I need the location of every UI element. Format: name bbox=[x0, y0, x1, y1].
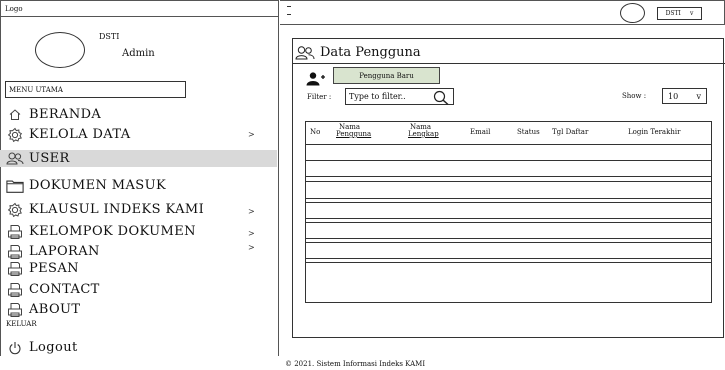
sidebar-item-label: PESAN bbox=[29, 261, 79, 276]
sidebar-item-beranda[interactable]: BERANDA bbox=[6, 106, 271, 123]
user-menu-dropdown[interactable]: DSTI v bbox=[657, 7, 702, 20]
column-header-login-terakhir[interactable]: Login Terakhir bbox=[628, 129, 680, 136]
sidebar-item-kelompok-dokumen[interactable]: KELOMPOK DOKUMEN > bbox=[6, 223, 271, 240]
logo[interactable]: Logo bbox=[0, 0, 279, 17]
users-icon bbox=[6, 150, 24, 167]
table-row-divider bbox=[306, 160, 711, 161]
table-row-divider bbox=[306, 218, 711, 219]
table-row-divider bbox=[306, 176, 711, 177]
filter-label: Filter : bbox=[307, 93, 332, 101]
chevron-right-icon: > bbox=[248, 243, 256, 252]
home-icon bbox=[6, 106, 24, 123]
title-divider bbox=[293, 63, 725, 64]
table-row-divider bbox=[306, 258, 711, 259]
chevron-down-icon: v bbox=[690, 10, 694, 17]
avatar[interactable] bbox=[620, 3, 645, 23]
data-pengguna-panel: Data Pengguna Pengguna Baru Filter : Typ… bbox=[292, 38, 725, 338]
section-label-keluar: KELUAR bbox=[6, 320, 37, 328]
add-user-icon[interactable] bbox=[306, 71, 326, 90]
sidebar-item-label: USER bbox=[29, 151, 70, 166]
table-row-divider bbox=[306, 242, 711, 243]
table-row-divider bbox=[306, 144, 711, 145]
column-header-line: Pengguna bbox=[336, 130, 372, 138]
menu-title: MENU UTAMA bbox=[5, 81, 186, 98]
sidebar-item-pesan[interactable]: PESAN bbox=[6, 260, 271, 277]
column-header-nama-lengkap[interactable]: Nama Lengkap bbox=[408, 124, 439, 138]
sidebar-item-label: KELOLA DATA bbox=[29, 127, 131, 142]
printer-icon bbox=[6, 243, 24, 260]
sidebar-item-label: KLAUSUL INDEKS KAMI bbox=[29, 202, 205, 217]
users-icon bbox=[295, 45, 315, 60]
users-table: No Nama Pengguna Nama Lengkap Email Stat… bbox=[305, 121, 712, 303]
topbar: DSTI v bbox=[280, 0, 725, 25]
column-header-email[interactable]: Email bbox=[470, 129, 490, 136]
add-user-button[interactable]: Pengguna Baru bbox=[333, 67, 440, 84]
gear-icon bbox=[6, 201, 24, 218]
column-header-tgl-daftar[interactable]: Tgl Daftar bbox=[552, 129, 588, 136]
chevron-right-icon: > bbox=[248, 207, 256, 216]
table-header: No Nama Pengguna Nama Lengkap Email Stat… bbox=[306, 122, 711, 144]
page-title: Data Pengguna bbox=[295, 45, 421, 60]
logout-label: Logout bbox=[29, 340, 78, 355]
chevron-right-icon: > bbox=[248, 130, 256, 139]
table-row-divider bbox=[306, 238, 711, 239]
page-size-select[interactable]: 10 v bbox=[662, 88, 707, 104]
search-icon[interactable] bbox=[433, 90, 449, 107]
power-icon bbox=[6, 339, 24, 356]
sidebar-item-user[interactable]: USER bbox=[0, 150, 277, 167]
menu-toggle-icon[interactable] bbox=[287, 6, 291, 22]
logout-button[interactable]: Logout bbox=[6, 339, 271, 356]
sidebar-item-klausul-indeks-kami[interactable]: KLAUSUL INDEKS KAMI > bbox=[6, 201, 271, 218]
table-row-divider bbox=[306, 202, 711, 203]
sidebar-item-dokumen-masuk[interactable]: DOKUMEN MASUK bbox=[6, 177, 271, 194]
sidebar-item-kelola-data[interactable]: KELOLA DATA > bbox=[6, 126, 271, 143]
page-size-value: 10 bbox=[668, 91, 679, 101]
folder-icon bbox=[6, 177, 24, 194]
show-label: Show : bbox=[622, 92, 647, 100]
profile-role: Admin bbox=[122, 48, 155, 59]
column-header-line: Lengkap bbox=[408, 130, 439, 138]
sidebar-item-about[interactable]: ABOUT bbox=[6, 301, 271, 318]
column-header-status[interactable]: Status bbox=[517, 129, 540, 136]
sidebar-item-label: DOKUMEN MASUK bbox=[29, 178, 167, 193]
chevron-down-icon: v bbox=[696, 91, 701, 101]
sidebar-item-contact[interactable]: CONTACT bbox=[6, 281, 271, 298]
user-name: DSTI bbox=[665, 10, 681, 17]
sidebar-item-label: KELOMPOK DOKUMEN bbox=[29, 224, 196, 239]
footer-copyright: © 2021. Sistem Informasi Indeks KAMI bbox=[285, 360, 426, 368]
chevron-right-icon: > bbox=[248, 229, 256, 238]
sidebar-item-label: ABOUT bbox=[29, 302, 81, 317]
profile-name: DSTI bbox=[99, 32, 120, 41]
sidebar-item-label: BERANDA bbox=[29, 107, 102, 122]
column-header-nama-pengguna[interactable]: Nama Pengguna bbox=[336, 124, 371, 138]
page-title-text: Data Pengguna bbox=[320, 45, 421, 60]
sidebar-item-label: CONTACT bbox=[29, 282, 100, 297]
table-row-divider bbox=[306, 262, 711, 263]
table-row-divider bbox=[306, 181, 711, 182]
table-row-divider bbox=[306, 222, 711, 223]
sidebar-item-label: LAPORAN bbox=[29, 244, 100, 259]
filter-input[interactable]: Type to filter.. bbox=[345, 88, 454, 107]
filter-placeholder: Type to filter.. bbox=[349, 92, 406, 101]
table-row-divider bbox=[306, 198, 711, 199]
profile-avatar bbox=[35, 32, 85, 68]
sidebar-item-laporan[interactable]: LAPORAN > bbox=[6, 243, 271, 260]
printer-icon bbox=[6, 260, 24, 277]
printer-icon bbox=[6, 223, 24, 240]
printer-icon bbox=[6, 281, 24, 298]
column-header-no[interactable]: No bbox=[310, 129, 320, 136]
gear-icon bbox=[6, 126, 24, 143]
printer-icon bbox=[6, 301, 24, 318]
